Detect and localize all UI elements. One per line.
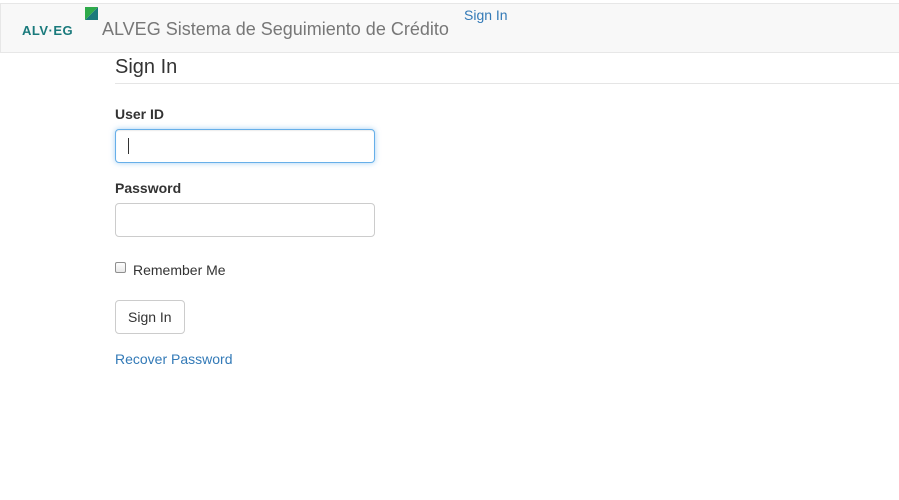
remember-me-checkbox[interactable] [115,262,126,273]
password-label: Password [115,180,182,196]
logo-mark-icon [85,7,98,20]
user-id-input[interactable] [115,129,375,163]
text-caret [128,138,129,154]
remember-me-label[interactable]: Remember Me [133,262,226,278]
sign-in-button[interactable]: Sign In [115,300,185,334]
logo-text: ALV·EG [22,23,74,38]
title-divider [115,83,899,84]
top-navbar: ALV·EG ALVEG Sistema de Seguimiento de C… [0,3,899,53]
nav-signin-link[interactable]: Sign In [464,7,508,23]
password-input[interactable] [115,203,375,237]
user-id-label: User ID [115,106,165,122]
app-brand-title[interactable]: ALVEG Sistema de Seguimiento de Crédito [102,19,449,40]
page-title: Sign In [115,56,178,78]
alveg-logo[interactable]: ALV·EG [22,5,100,45]
recover-password-link[interactable]: Recover Password [115,351,233,367]
